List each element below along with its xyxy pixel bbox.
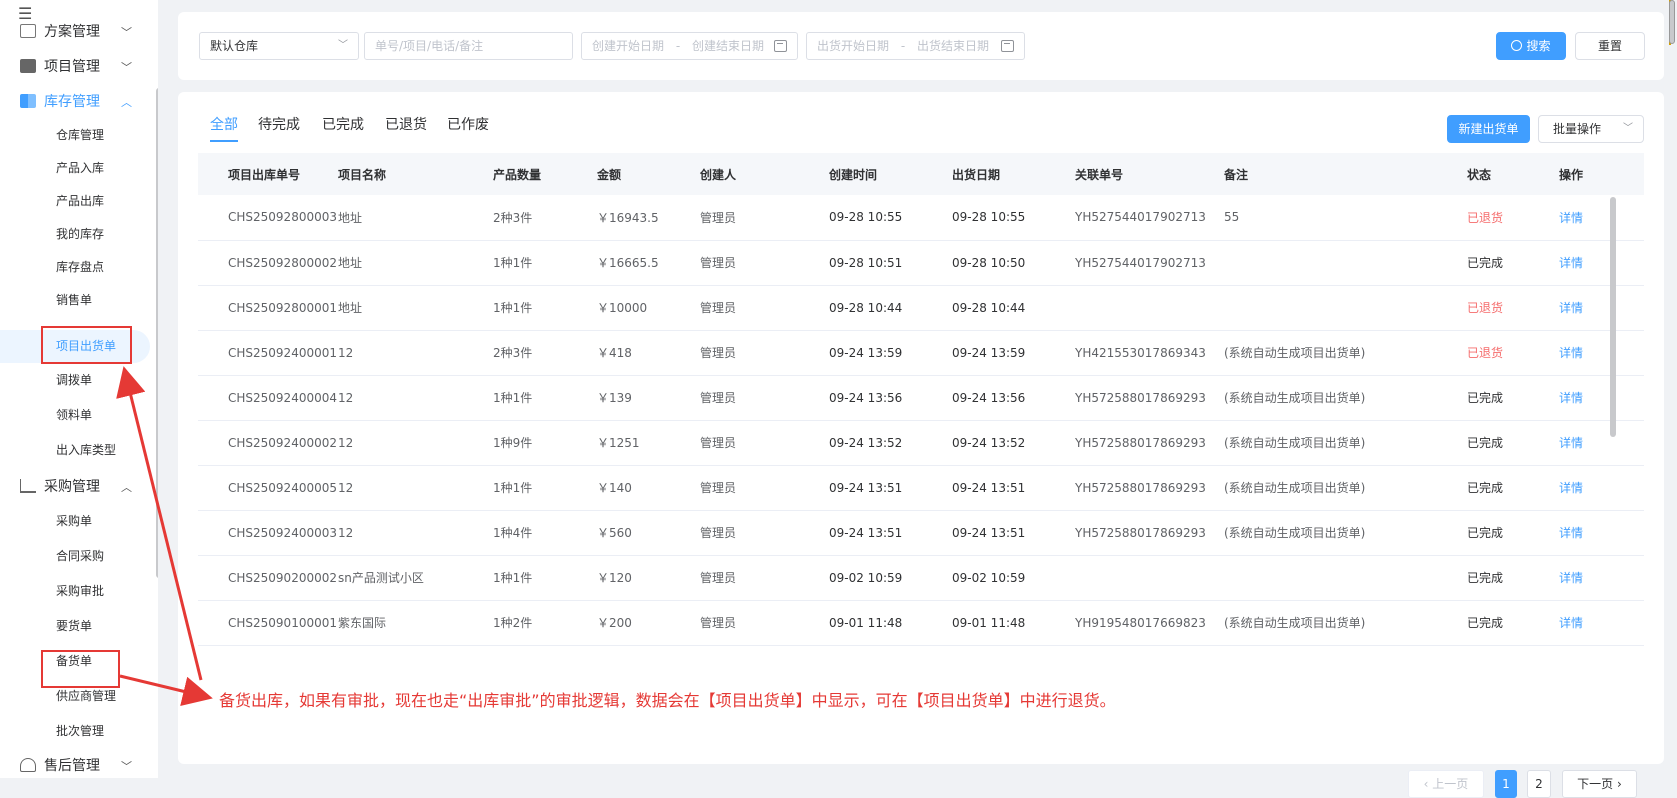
next-page-label: 下一页 (1577, 777, 1614, 791)
prev-page-label: 上一页 (1432, 777, 1469, 791)
arrow-from-stocking (119, 674, 213, 706)
arrow-to-project-shipment (116, 366, 203, 681)
annotation-arrows (116, 366, 213, 706)
page-scrollbar[interactable] (1669, 0, 1675, 44)
annotation-text: 备货出库，如果有审批，现在也走“出库审批”的审批逻辑，数据会在【项目出货单】中显… (219, 691, 1116, 710)
